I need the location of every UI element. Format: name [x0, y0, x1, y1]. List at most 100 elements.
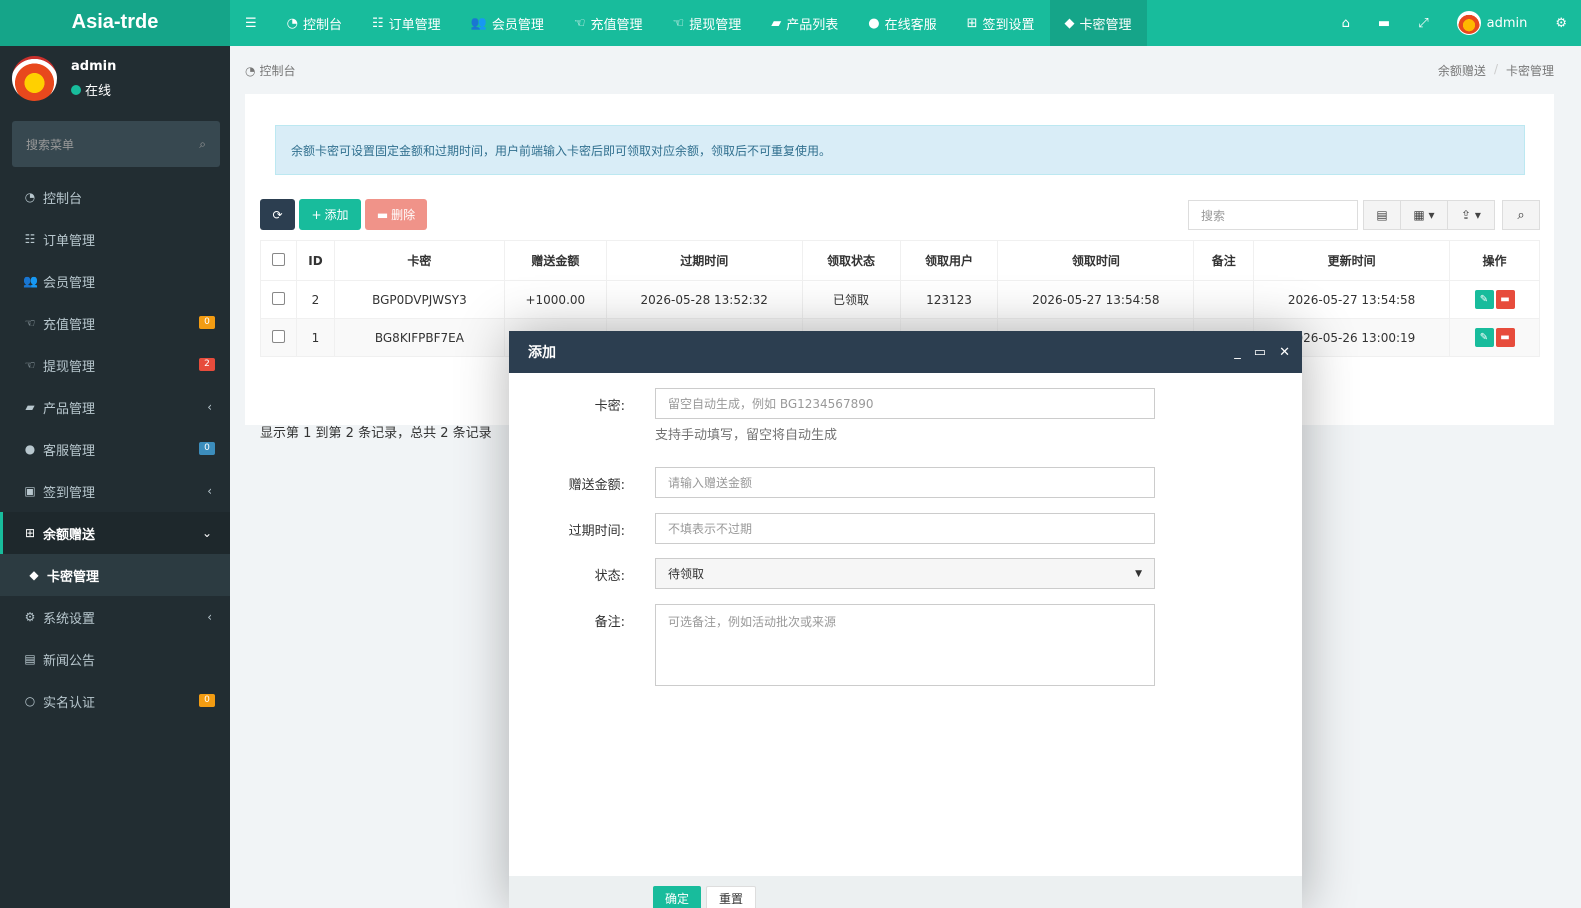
breadcrumb-link[interactable]: 余额赠送: [1438, 62, 1486, 79]
export-button[interactable]: ⇪ ▾: [1448, 200, 1495, 230]
nav-tab-members[interactable]: 👥 会员管理: [456, 0, 559, 46]
cell-status: 已领取: [801, 280, 901, 319]
column-header-status[interactable]: 领取状态: [801, 240, 901, 281]
calendar-icon: ▣: [24, 484, 36, 498]
dialog-header: 添加 _ ▭ ✕: [509, 331, 1302, 373]
sidebar-item-withdraw[interactable]: ☜ 提现管理 2: [0, 344, 230, 386]
settings-button[interactable]: ⚙: [1541, 0, 1581, 46]
cell-user: 123123: [899, 280, 999, 319]
list-alt-icon: ▤: [1376, 208, 1388, 222]
amount-input[interactable]: 请输入赠送金额: [655, 467, 1155, 498]
sidebar-item-orders[interactable]: ☷ 订单管理: [0, 218, 230, 260]
minimize-icon[interactable]: _: [1234, 345, 1241, 360]
sidebar-item-recharge[interactable]: ☜ 充值管理 0: [0, 302, 230, 344]
column-header-id[interactable]: ID: [295, 240, 335, 281]
nav-tab-withdraw[interactable]: ☜ 提现管理: [658, 0, 757, 46]
expire-input[interactable]: 不填表示不过期: [655, 513, 1155, 544]
nav-tab-cards[interactable]: ◆ 卡密管理: [1049, 0, 1147, 46]
dialog-footer: 确定 重置: [509, 876, 1302, 908]
maximize-icon[interactable]: ▭: [1254, 345, 1266, 360]
close-icon[interactable]: ✕: [1279, 345, 1290, 360]
table-toolbar: ⟳ + 添加 ▬ 删除: [260, 199, 427, 230]
column-header-actions: 操作: [1449, 240, 1540, 281]
column-header-claim-time[interactable]: 领取时间: [997, 240, 1195, 281]
gift-icon: ⊞: [966, 15, 978, 31]
user-menu[interactable]: admin: [1443, 0, 1542, 46]
sidebar-item-news[interactable]: ▤ 新闻公告: [0, 638, 230, 680]
search-icon[interactable]: ⌕: [199, 137, 206, 152]
confirm-button[interactable]: 确定: [653, 886, 702, 908]
nav-tab-support[interactable]: ● 在线客服: [853, 0, 951, 46]
list-icon: ☷: [24, 232, 36, 246]
edit-button[interactable]: ✎: [1474, 328, 1494, 347]
cell-card: BG8KIFPBF7EA: [333, 318, 505, 357]
breadcrumb-separator: /: [1493, 62, 1498, 76]
refresh-icon: ⟳: [272, 207, 283, 222]
column-header-update-time[interactable]: 更新时间: [1253, 240, 1450, 281]
column-header-user[interactable]: 领取用户: [899, 240, 999, 281]
bars-icon: ☰: [245, 15, 257, 31]
search-button[interactable]: ⌕: [1502, 200, 1540, 230]
sidebar-item-balance-gift[interactable]: ⊞ 余额赠送 ⌄: [0, 512, 230, 554]
refresh-button[interactable]: ⟳: [260, 199, 295, 230]
row-checkbox[interactable]: [260, 318, 297, 357]
hand-icon: ☜: [672, 15, 685, 31]
home-button[interactable]: ⌂: [1328, 0, 1364, 46]
fullscreen-button[interactable]: ⤢: [1404, 0, 1442, 46]
reset-button[interactable]: 重置: [706, 886, 757, 908]
columns-button[interactable]: ▦ ▾: [1401, 200, 1448, 230]
delete-button[interactable]: ▬ 删除: [365, 199, 427, 230]
briefcase-icon: ▰: [771, 15, 782, 31]
hand-icon: ☜: [24, 358, 36, 372]
cell-actions: ✎ ▬: [1449, 318, 1540, 357]
cell-actions: ✎ ▬: [1449, 280, 1540, 319]
sidebar-item-settings[interactable]: ⚙ 系统设置 ‹: [0, 596, 230, 638]
delete-row-button[interactable]: ▬: [1495, 290, 1515, 309]
app-logo[interactable]: Asia-trde: [0, 0, 230, 46]
column-header-remark[interactable]: 备注: [1193, 240, 1255, 281]
row-checkbox[interactable]: [260, 280, 297, 319]
status-badge: 0: [199, 316, 215, 329]
expire-label: 过期时间:: [568, 524, 625, 539]
sidebar-item-checkin[interactable]: ▣ 签到管理 ‹: [0, 470, 230, 512]
table-search-input[interactable]: 搜索: [1188, 200, 1358, 230]
top-navbar: Asia-trde ☰ ◔ 控制台 ☷ 订单管理 👥 会员管理 ☜ 充值管理 ☜ 提现管理…: [0, 0, 1581, 46]
sidebar-item-products[interactable]: ▰ 产品管理 ‹: [0, 386, 230, 428]
sidebar-search-input[interactable]: 搜索菜单 ⌕: [12, 121, 220, 167]
sidebar-toggle-button[interactable]: ☰: [230, 0, 272, 46]
remark-textarea[interactable]: 可选备注，例如活动批次或来源: [655, 604, 1155, 686]
online-status: 在线: [71, 80, 111, 99]
sidebar-item-card-manage[interactable]: ◆ 卡密管理: [0, 554, 230, 596]
select-all-checkbox[interactable]: [260, 240, 297, 281]
amount-label: 赠送金额:: [568, 478, 625, 493]
toggle-view-button[interactable]: ▤: [1363, 200, 1401, 230]
dialog-controls: _ ▭ ✕: [1234, 331, 1290, 373]
dashboard-icon: ◔: [286, 15, 298, 31]
sidebar-item-dashboard[interactable]: ◔ 控制台: [0, 176, 230, 218]
column-header-card[interactable]: 卡密: [333, 240, 505, 281]
nav-tab-checkin[interactable]: ⊞ 签到设置: [952, 0, 1050, 46]
sidebar-item-realname[interactable]: ○ 实名认证 0: [0, 680, 230, 722]
home-icon: ⌂: [1341, 15, 1350, 31]
nav-tab-orders[interactable]: ☷ 订单管理: [357, 0, 456, 46]
page-title: ◔ 控制台: [245, 63, 296, 79]
sidebar-item-members[interactable]: 👥 会员管理: [0, 260, 230, 302]
top-nav: ☰ ◔ 控制台 ☷ 订单管理 👥 会员管理 ☜ 充值管理 ☜ 提现管理 ▰ 产品列表 ● 在线…: [230, 0, 1147, 46]
delete-row-button[interactable]: ▬: [1495, 328, 1515, 347]
trash-icon: ▬: [1500, 332, 1510, 343]
dashboard-icon: ◔: [24, 190, 36, 204]
column-header-expire[interactable]: 过期时间: [605, 240, 803, 281]
list-icon: ☷: [372, 15, 384, 31]
sidebar-item-support[interactable]: ● 客服管理 0: [0, 428, 230, 470]
add-button[interactable]: + 添加: [299, 199, 361, 230]
card-input[interactable]: 留空自动生成，例如 BG1234567890: [655, 388, 1155, 419]
clear-cache-button[interactable]: ▬: [1364, 0, 1404, 46]
column-header-amount[interactable]: 赠送金额: [503, 240, 607, 281]
remark-label: 备注:: [594, 615, 625, 630]
users-icon: 👥: [470, 15, 487, 31]
nav-tab-recharge[interactable]: ☜ 充值管理: [559, 0, 658, 46]
nav-tab-dashboard[interactable]: ◔ 控制台: [272, 0, 357, 46]
status-select[interactable]: 待领取 ▼: [655, 558, 1155, 589]
nav-tab-products[interactable]: ▰ 产品列表: [756, 0, 853, 46]
edit-button[interactable]: ✎: [1474, 290, 1494, 309]
